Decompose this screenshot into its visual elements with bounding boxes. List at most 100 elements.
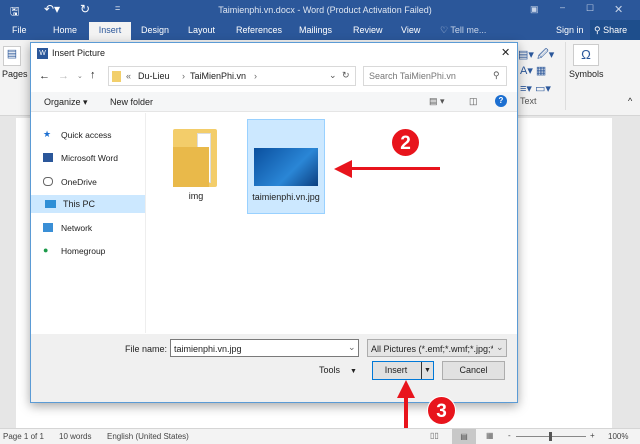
breadcrumb-taimienphi[interactable]: TaiMienPhi.vn — [190, 71, 246, 81]
up-icon[interactable]: ↑ — [90, 69, 96, 81]
maximize-icon[interactable]: ☐ — [586, 3, 594, 14]
tell-me-input[interactable]: ♡ Tell me... — [440, 25, 486, 36]
pages-button[interactable]: Pages — [2, 69, 28, 79]
object-icon[interactable]: ≡▾ ▭▾ — [520, 82, 551, 95]
redo-icon[interactable]: ↻ — [80, 2, 90, 16]
zoom-slider[interactable] — [516, 432, 586, 441]
help-icon[interactable]: ? — [495, 95, 507, 107]
tab-insert[interactable]: Insert — [89, 22, 131, 40]
divider — [565, 42, 566, 110]
annotation-arrow-2 — [348, 167, 440, 170]
status-bar: Page 1 of 1 10 words English (United Sta… — [0, 428, 640, 444]
chevron-right-icon: › — [254, 71, 257, 81]
navigation-pane: ★ Quick access Microsoft Word OneDrive Th… — [31, 113, 146, 333]
word-icon — [43, 153, 53, 162]
page-count[interactable]: Page 1 of 1 — [3, 432, 44, 441]
wordart-icon[interactable]: A▾ ▦ — [520, 64, 546, 77]
address-bar[interactable]: « Du-Lieu › TaiMienPhi.vn › ⌄ ↻ — [108, 66, 356, 86]
lightbulb-icon: ♡ — [440, 25, 451, 35]
nav-network[interactable]: Network — [43, 223, 92, 233]
dialog-close-icon[interactable]: ✕ — [501, 46, 510, 59]
tab-home[interactable]: Home — [53, 25, 77, 35]
refresh-icon[interactable]: ↻ — [342, 70, 350, 81]
cancel-button[interactable]: Cancel — [442, 361, 505, 380]
chevron-right-icon: › — [182, 71, 185, 81]
text-group-label: Text — [520, 96, 537, 106]
zoom-slider-thumb[interactable] — [549, 432, 552, 441]
tab-view[interactable]: View — [401, 25, 420, 35]
person-icon: ⚲ — [594, 25, 604, 35]
file-type-select[interactable]: All Pictures (*.emf;*.wmf;*.jpg;* ⌄ — [367, 339, 507, 357]
search-input[interactable]: Search TaiMienPhi.vn ⚲ — [363, 66, 507, 86]
image-thumbnail — [254, 148, 318, 186]
ribbon-tabs: File Home Insert Design Layout Reference… — [0, 20, 640, 40]
breadcrumb-overflow[interactable]: « — [126, 71, 131, 81]
tab-file[interactable]: File — [12, 25, 27, 35]
computer-icon — [45, 200, 56, 208]
back-icon[interactable]: ← — [39, 70, 50, 82]
minimize-icon[interactable]: – — [560, 2, 565, 12]
file-name-input[interactable]: taimienphi.vn.jpg ⌄ — [170, 339, 359, 357]
title-bar: 🖫 ↶▾ ↻ = Taimienphi.vn.docx - Word (Prod… — [0, 0, 640, 20]
text-tools-icon[interactable]: ▤▾ 🖉▾ — [518, 46, 554, 65]
zoom-level[interactable]: 100% — [608, 432, 628, 441]
tab-review[interactable]: Review — [353, 25, 383, 35]
new-folder-button[interactable]: New folder — [110, 97, 153, 107]
preview-pane-icon[interactable]: ◫ — [469, 96, 478, 107]
undo-icon[interactable]: ↶▾ — [44, 2, 60, 16]
zoom-in-button[interactable]: + — [590, 431, 595, 440]
nav-onedrive[interactable]: OneDrive — [43, 177, 97, 187]
tab-layout[interactable]: Layout — [188, 25, 215, 35]
chevron-down-icon: ⌄ — [496, 342, 504, 352]
dialog-footer: File name: taimienphi.vn.jpg ⌄ All Pictur… — [31, 334, 517, 402]
customize-icon[interactable]: = — [115, 3, 120, 13]
tab-design[interactable]: Design — [141, 25, 169, 35]
address-dropdown-icon[interactable]: ⌄ — [329, 70, 337, 81]
web-layout-icon[interactable]: ▦ — [486, 431, 494, 440]
dialog-title: Insert Picture — [52, 48, 106, 58]
nav-homegroup[interactable]: ● Homegroup — [43, 245, 105, 256]
star-icon: ★ — [43, 129, 52, 139]
print-layout-icon[interactable]: ▤ — [452, 429, 476, 444]
tab-mailings[interactable]: Mailings — [299, 25, 332, 35]
window-title: Taimienphi.vn.docx - Word (Product Activ… — [218, 5, 432, 15]
view-options-icon[interactable]: ▤ ▾ — [429, 96, 445, 107]
folder-icon — [173, 129, 217, 187]
file-item-folder[interactable]: img — [169, 123, 223, 203]
close-icon[interactable]: ✕ — [614, 3, 623, 16]
recent-dropdown-icon[interactable]: ⌄ — [77, 72, 83, 80]
insert-button[interactable]: Insert ▼ — [372, 361, 434, 380]
arrow-head-icon — [334, 160, 352, 178]
share-button[interactable]: ⚲ Share — [590, 20, 640, 40]
nav-quick-access[interactable]: ★ Quick access — [43, 129, 112, 140]
folder-icon — [112, 71, 121, 82]
step-2-badge: 2 — [391, 128, 420, 157]
tab-references[interactable]: References — [236, 25, 282, 35]
search-icon: ⚲ — [493, 70, 500, 80]
insert-picture-dialog: W Insert Picture ✕ ← → ⌄ ↑ « Du-Lieu › T… — [30, 42, 518, 403]
forward-icon[interactable]: → — [58, 70, 69, 82]
breadcrumb-du-lieu[interactable]: Du-Lieu — [138, 71, 170, 81]
tools-button[interactable]: Tools ▼ — [319, 365, 357, 375]
file-item-image-selected[interactable]: taimienphi.vn.jpg — [247, 119, 325, 214]
caret-down-icon: ▼ — [350, 368, 357, 375]
read-mode-icon[interactable]: ▯▯ — [430, 431, 439, 440]
network-icon — [43, 223, 53, 232]
collapse-ribbon-icon[interactable]: ^ — [628, 96, 632, 106]
nav-this-pc[interactable]: This PC — [31, 195, 145, 213]
pages-icon[interactable]: ▤ — [3, 46, 21, 66]
organize-button[interactable]: Organize ▾ — [44, 97, 88, 108]
word-count[interactable]: 10 words — [59, 432, 91, 441]
sign-in-link[interactable]: Sign in — [556, 25, 584, 35]
ribbon-display-icon[interactable]: ▣ — [530, 4, 539, 15]
omega-icon[interactable]: Ω — [573, 44, 599, 66]
word-icon: W — [37, 48, 48, 59]
symbols-button[interactable]: Symbols — [569, 69, 604, 79]
insert-dropdown-icon[interactable]: ▼ — [421, 362, 433, 379]
nav-microsoft-word[interactable]: Microsoft Word — [43, 153, 118, 163]
step-3-badge: 3 — [427, 396, 456, 425]
zoom-out-button[interactable]: - — [508, 431, 511, 440]
chevron-down-icon: ⌄ — [348, 342, 356, 352]
homegroup-icon: ● — [43, 245, 49, 255]
language[interactable]: English (United States) — [107, 432, 189, 441]
